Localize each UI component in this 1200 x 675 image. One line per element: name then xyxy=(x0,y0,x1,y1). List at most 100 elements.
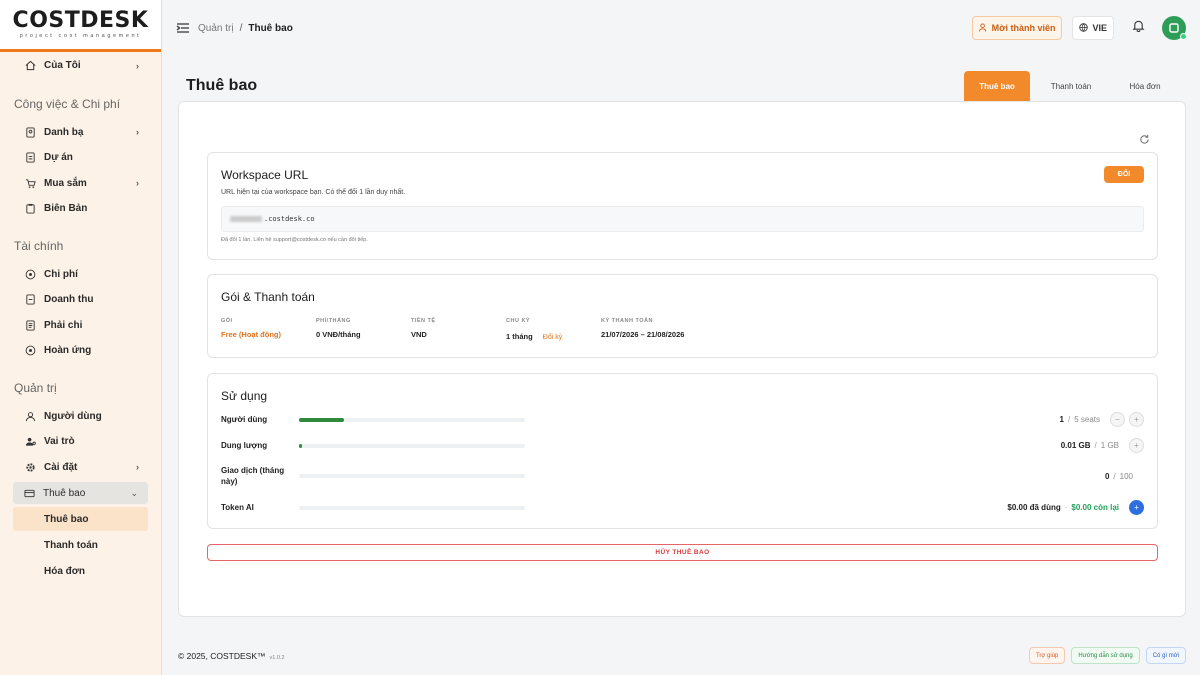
sidebar-item-label: Dự án xyxy=(44,152,73,164)
tab-subscription[interactable]: Thuê bao xyxy=(964,71,1030,101)
refresh-icon[interactable] xyxy=(1139,132,1151,144)
workspace-url-field: .costdesk.co xyxy=(221,206,1144,232)
chevron-down-icon: ⌄ xyxy=(130,487,138,498)
chevron-right-icon: › xyxy=(136,60,139,71)
breadcrumb-separator: / xyxy=(239,22,243,34)
sidebar-item-label: Danh bạ xyxy=(44,126,84,138)
usage-sep: / xyxy=(1113,471,1116,481)
menu-toggle-icon[interactable] xyxy=(176,21,190,35)
sidebar-subitem-label: Thanh toán xyxy=(44,539,98,551)
sidebar-item-my[interactable]: Của Tôi › xyxy=(0,53,161,79)
plan-label: GÓI xyxy=(221,318,233,324)
usage-progress-fill xyxy=(299,417,345,422)
language-button[interactable]: VIE xyxy=(1072,16,1114,40)
plan-value: 0 VNĐ/tháng xyxy=(316,330,361,339)
usage-value: 0 / 100 xyxy=(1105,472,1133,481)
change-cycle-link[interactable]: Đổi kỳ xyxy=(543,334,562,341)
increase-seats-button[interactable]: + xyxy=(1129,412,1144,427)
usage-used: 1 xyxy=(1059,415,1064,424)
usage-limit: 5 seats xyxy=(1074,415,1100,424)
sidebar-item-expenses[interactable]: Chi phí xyxy=(0,262,161,288)
sidebar-item-projects[interactable]: Dự án xyxy=(0,145,161,171)
sidebar-item-label: Người dùng xyxy=(44,410,102,422)
footer: © 2025, COSTDESK™ v1.0.2 xyxy=(178,651,285,661)
language-label: VIE xyxy=(1092,23,1107,33)
whats-new-button[interactable]: Có gì mới xyxy=(1145,647,1186,664)
sidebar-item-subscription[interactable]: Thuê bao ⌄ xyxy=(13,482,148,504)
sidebar-item-label: Phải chi xyxy=(44,319,83,331)
usage-limit: 1 GB xyxy=(1100,441,1119,450)
change-url-button[interactable]: ĐỔI xyxy=(1104,166,1144,183)
tab-invoices[interactable]: Hóa đơn xyxy=(1112,71,1178,101)
project-icon xyxy=(24,152,36,164)
increase-storage-button[interactable]: + xyxy=(1129,438,1144,453)
sidebar-item-revenue[interactable]: Doanh thu xyxy=(0,287,161,313)
plan-label: KỲ THANH TOÁN xyxy=(601,318,653,324)
sidebar-item-users[interactable]: Người dùng xyxy=(0,404,161,430)
top-up-ai-button[interactable]: + xyxy=(1129,500,1144,515)
usage-row-storage: Dung lượng 0.01 GB / 1 GB + xyxy=(221,438,1144,453)
sidebar-item-reimbursement[interactable]: Hoàn ứng xyxy=(0,338,161,364)
sidebar-subitem-payment[interactable]: Thanh toán xyxy=(13,533,148,557)
usage-limit: 100 xyxy=(1119,471,1133,481)
workspace-url-card: Workspace URL ĐỔI URL hiện tại của works… xyxy=(207,152,1158,260)
cancel-subscription-button[interactable]: HỦY THUÊ BAO xyxy=(207,544,1158,561)
usage-used: 0 xyxy=(1104,471,1110,481)
breadcrumb-parent[interactable]: Quản trị xyxy=(198,23,234,34)
logo[interactable]: COSTDESK project cost management xyxy=(0,0,161,52)
sidebar-subitem-subscription[interactable]: Thuê bao xyxy=(13,507,148,531)
plan-col-period: KỲ THANH TOÁN 21/07/2026 – 21/08/2026 xyxy=(601,318,684,339)
usage-progress-bar xyxy=(299,417,525,422)
online-status-dot xyxy=(1180,33,1187,40)
plan-value: Free (Hoạt động) xyxy=(221,330,281,339)
plus-icon: + xyxy=(1134,415,1139,424)
sidebar-section-admin: Quản trị xyxy=(14,380,57,395)
sidebar-item-purchasing[interactable]: Mua sắm › xyxy=(0,171,161,197)
plan-col-currency: TIỀN TỆ VND xyxy=(411,318,436,339)
minus-icon: − xyxy=(1115,415,1120,424)
top-bar: Quản trị / Thuê bao Mời thành viên VIE xyxy=(162,0,1200,56)
sidebar-subitem-label: Hóa đơn xyxy=(44,565,85,577)
sidebar-section-finance: Tài chính xyxy=(14,238,64,253)
plan-label: TIỀN TỆ xyxy=(411,318,436,324)
user-guide-button[interactable]: Hướng dẫn sử dụng xyxy=(1071,647,1140,664)
home-icon xyxy=(24,60,36,72)
sidebar-item-label: Thuê bao xyxy=(43,487,86,499)
decrease-seats-button[interactable]: − xyxy=(1110,412,1125,427)
sidebar-subitem-invoices[interactable]: Hóa đơn xyxy=(13,559,148,583)
sidebar-item-settings[interactable]: Cài đặt › xyxy=(0,455,161,481)
breadcrumb-current: Thuê bao xyxy=(248,22,293,34)
sidebar-item-label: Vai trò xyxy=(44,436,75,448)
sidebar-item-minutes[interactable]: Biên Bản xyxy=(0,196,161,222)
sidebar-item-label: Của Tôi xyxy=(44,60,81,72)
usage-progress-fill xyxy=(299,443,302,448)
help-button[interactable]: Trợ giúp xyxy=(1028,647,1066,664)
clipboard-icon xyxy=(24,203,36,215)
plan-label: PHÍ/THÁNG xyxy=(316,318,351,324)
sidebar-item-label: Mua sắm xyxy=(44,177,87,189)
receipt-icon xyxy=(24,294,36,306)
avatar[interactable] xyxy=(1162,16,1187,40)
usage-progress-bar xyxy=(299,505,525,510)
sidebar-item-payables[interactable]: Phải chi xyxy=(0,313,161,339)
sidebar-item-contacts[interactable]: Danh bạ › xyxy=(0,120,161,146)
sidebar-item-roles[interactable]: Vai trò xyxy=(0,429,161,455)
coin-icon xyxy=(24,268,36,280)
top-right-actions: Mời thành viên VIE xyxy=(971,16,1187,40)
plan-col-cycle: CHU KỲ 1 tháng Đổi kỳ xyxy=(506,318,562,341)
invite-member-button[interactable]: Mời thành viên xyxy=(971,16,1063,40)
redacted-subdomain xyxy=(230,216,262,222)
notifications-button[interactable] xyxy=(1124,16,1152,40)
usage-card: Sử dụng Người dùng 1 / 5 seats − + Dung … xyxy=(207,373,1158,529)
sidebar-item-label: Doanh thu xyxy=(44,294,94,306)
usage-title: Sử dụng xyxy=(221,389,268,403)
plan-card: Gói & Thanh toán GÓI Free (Hoạt động) PH… xyxy=(207,274,1158,358)
tab-payment[interactable]: Thanh toán xyxy=(1030,71,1112,101)
usage-label: Giao dịch (tháng này) xyxy=(221,466,285,486)
invite-member-label: Mời thành viên xyxy=(991,23,1056,33)
plan-col-fee: PHÍ/THÁNG 0 VNĐ/tháng xyxy=(316,318,361,339)
plan-value: VND xyxy=(411,330,427,339)
sidebar: COSTDESK project cost management Của Tôi… xyxy=(0,0,162,675)
chevron-right-icon: › xyxy=(136,462,139,473)
page-title: Thuê bao xyxy=(186,77,258,94)
